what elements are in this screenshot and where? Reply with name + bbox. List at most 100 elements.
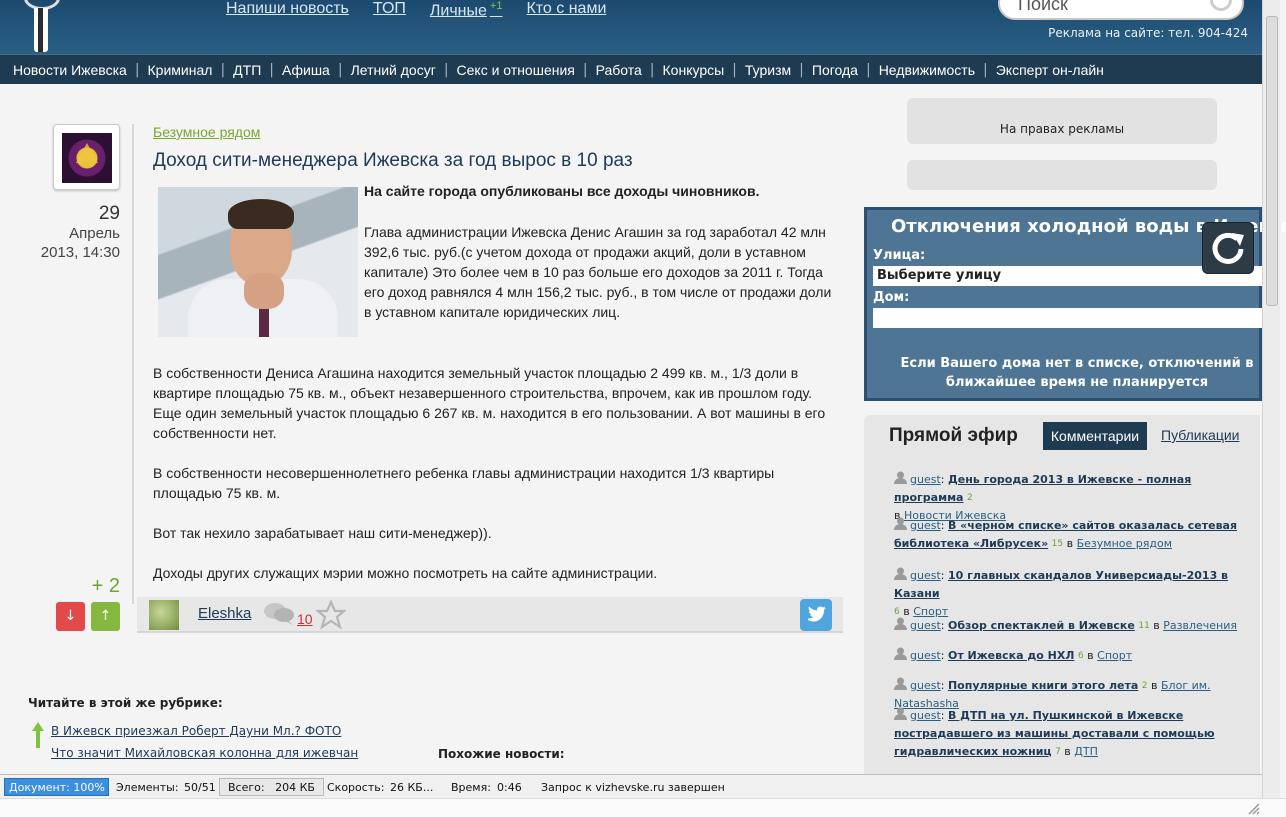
vote-up-button[interactable]: ↑ xyxy=(91,602,120,631)
nav-item-dtp[interactable]: ДТП xyxy=(233,62,261,78)
resize-grip-icon[interactable] xyxy=(1246,801,1260,815)
user-icon xyxy=(894,471,907,484)
tab-publications[interactable]: Публикации xyxy=(1161,427,1239,443)
nav-item-realty[interactable]: Недвижимость xyxy=(879,62,975,78)
feed-comment-count: 2 xyxy=(1141,681,1148,691)
arrow-up-icon xyxy=(32,722,44,748)
feed-in-word: в xyxy=(1066,537,1074,550)
post-rubric-link[interactable]: Безумное рядом xyxy=(153,124,260,140)
feed-user-link[interactable]: guest xyxy=(910,709,941,722)
search-input[interactable]: Поиск xyxy=(998,0,1244,20)
photo-hand xyxy=(244,273,284,309)
elements-label: Элементы: xyxy=(116,781,179,794)
feed-user-link[interactable]: guest xyxy=(910,569,941,582)
list-item: guest: Обзор спектаклей в Ижевске 11 в Р… xyxy=(894,617,1256,635)
top-link[interactable]: ТОП xyxy=(373,0,406,20)
ad-block[interactable]: На правах рекламы xyxy=(907,98,1217,144)
comments-count[interactable]: 10 xyxy=(297,611,313,627)
post-date-month: Апрель xyxy=(69,225,120,242)
tab-comments[interactable]: Комментарии xyxy=(1043,422,1147,450)
feed-user-link[interactable]: guest xyxy=(910,473,941,486)
nav-separator: | xyxy=(649,61,655,78)
write-news-link[interactable]: Напиши новость xyxy=(226,0,349,20)
nav-item-afisha[interactable]: Афиша xyxy=(282,62,330,78)
post-date: Апрель 2013, 14:30 xyxy=(10,224,120,262)
nav-separator: | xyxy=(337,61,343,78)
list-item: guest: В «черном списке» сайтов оказалас… xyxy=(894,517,1238,550)
twitter-share-icon[interactable] xyxy=(800,599,832,631)
nav-item-work[interactable]: Работа xyxy=(596,62,642,78)
vote-down-button[interactable]: ↓ xyxy=(56,602,85,631)
ad-label: На правах рекламы xyxy=(999,122,1125,136)
feed-comment-count: 15 xyxy=(1051,539,1064,549)
nav-item-relations[interactable]: Секс и отношения xyxy=(457,62,575,78)
nav-item-weather[interactable]: Погода xyxy=(812,62,858,78)
feed-category-link[interactable]: Безумное рядом xyxy=(1077,537,1172,550)
scrollbar-thumb[interactable] xyxy=(1266,16,1278,306)
feed-title-link[interactable]: Обзор спектаклей в Ижевске xyxy=(948,619,1135,632)
author-link[interactable]: Eleshka xyxy=(198,605,251,622)
user-icon xyxy=(894,677,907,690)
author-avatar[interactable] xyxy=(149,600,179,630)
live-feed-title: Прямой эфир xyxy=(889,425,1018,446)
nav-separator: | xyxy=(799,61,804,78)
search-icon[interactable] xyxy=(1210,0,1232,11)
nav-item-news[interactable]: Новости Ижевска xyxy=(13,62,127,78)
list-item: guest: В ДТП на ул. Пушкинской в Ижевске… xyxy=(894,707,1215,758)
feed-category-link[interactable]: ДТП xyxy=(1074,745,1098,758)
nav-separator: | xyxy=(443,61,449,78)
time-label: Время: xyxy=(451,781,491,794)
feed-category-link[interactable]: Спорт xyxy=(1097,649,1132,662)
logo-stem-shadow xyxy=(38,8,43,52)
reload-icon xyxy=(1212,232,1244,264)
post-paragraph: В собственности Дениса Агашина находится… xyxy=(153,365,826,441)
same-rubric-heading: Читайте в этой же рубрике: xyxy=(28,696,223,710)
nav-separator: | xyxy=(865,61,871,78)
nav-item-expert[interactable]: Эксперт он-лайн xyxy=(996,62,1104,78)
feed-title-link[interactable]: 10 главных скандалов Универсиады-2013 в … xyxy=(894,569,1228,600)
total-label: Всего: xyxy=(228,781,265,794)
feed-comment-count: 7 xyxy=(1055,747,1061,757)
feed-user-link[interactable]: guest xyxy=(910,619,941,632)
user-icon xyxy=(894,567,907,580)
personal-link-label: Личные xyxy=(429,2,487,20)
post-photo xyxy=(158,187,358,337)
request-status: Запрос к vizhevske.ru завершен xyxy=(541,781,725,794)
house-input[interactable] xyxy=(873,308,1269,328)
nav-item-contests[interactable]: Конкурсы xyxy=(663,62,725,78)
feed-comment-count: 6 xyxy=(1077,651,1084,661)
nav-item-crime[interactable]: Криминал xyxy=(148,62,213,78)
feed-user-link[interactable]: guest xyxy=(910,519,941,532)
vertical-scrollbar[interactable] xyxy=(1262,0,1280,805)
user-icon xyxy=(894,517,907,530)
ad-block-secondary[interactable] xyxy=(907,160,1217,190)
feed-in-word: в xyxy=(1153,619,1160,632)
nav-item-tourism[interactable]: Туризм xyxy=(745,62,791,78)
personal-link[interactable]: Личные +1 xyxy=(430,0,503,20)
feed-title-link[interactable]: В «черном списке» сайтов оказалась сетев… xyxy=(894,519,1237,550)
main-nav: Новости Ижевска | Криминал | ДТП | Афиша | Л… xyxy=(0,54,1262,84)
speed-value: 26 КБ... xyxy=(390,781,434,794)
similar-news-heading: Похожие новости: xyxy=(438,747,565,761)
feed-title-link[interactable]: Популярные книги этого лета xyxy=(948,679,1138,692)
top-links: Напиши новость ТОП Личные +1 Кто с нами xyxy=(226,0,630,20)
related-link[interactable]: Что значит Михайловская колонна для ижев… xyxy=(51,746,358,760)
feed-title-link[interactable]: От Ижевска до НХЛ xyxy=(948,649,1074,662)
feed-category-link[interactable]: Развлечения xyxy=(1163,619,1237,632)
time-value: 0:46 xyxy=(497,781,522,794)
reload-button[interactable] xyxy=(1202,222,1254,274)
comments-icon[interactable] xyxy=(263,601,295,625)
feed-user-link[interactable]: guest xyxy=(910,649,941,662)
feed-user-link[interactable]: guest xyxy=(910,679,941,692)
favorite-star-icon[interactable] xyxy=(316,600,346,630)
water-note: Если Вашего дома нет в списке, отключени… xyxy=(900,356,1254,390)
feed-in-word: в xyxy=(1151,679,1158,692)
nav-item-summer[interactable]: Летний досуг xyxy=(351,62,436,78)
post-lead: На сайте города опубликованы все доходы … xyxy=(364,183,760,199)
rubric-avatar[interactable] xyxy=(53,124,120,190)
related-link[interactable]: В Ижевск приезжал Роберт Дауни Мл.? ФОТО xyxy=(51,724,341,738)
search-placeholder: Поиск xyxy=(1018,0,1068,14)
window-bottom-strip xyxy=(0,798,1286,817)
who-with-us-link[interactable]: Кто с нами xyxy=(526,0,606,20)
rubric-avatar-image xyxy=(62,133,112,183)
